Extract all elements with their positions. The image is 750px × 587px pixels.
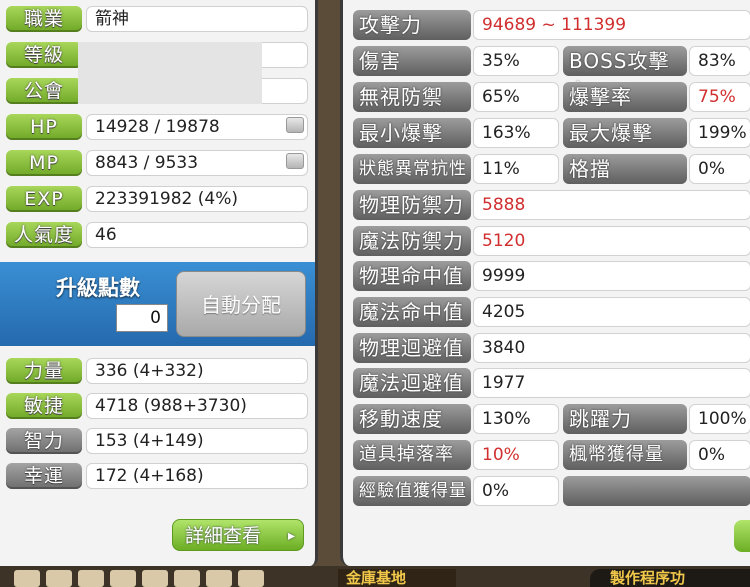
skill-icon[interactable] [46, 570, 72, 587]
status-resist-value: 11% [473, 154, 559, 184]
chevron-right-icon: ▸ [287, 528, 295, 544]
job-label: 職業 [6, 6, 82, 32]
level-label: 等級 [6, 42, 82, 68]
dex-row: 敏捷 4718 (988+3730) [6, 391, 310, 421]
phys-acc-value: 9999 [473, 261, 750, 291]
int-label: 智力 [6, 428, 82, 454]
auto-assign-button[interactable]: 自動分配 [176, 271, 306, 337]
exp-value: 223391982 (4%) [86, 186, 308, 212]
str-value: 336 (4+332) [86, 358, 308, 384]
exp-row: EXP 223391982 (4%) [6, 184, 310, 214]
ability-points-value: 0 [116, 304, 168, 332]
fame-value: 46 [86, 222, 308, 248]
mp-label: MP [6, 150, 82, 176]
boss-attack-value: 83% [689, 46, 750, 76]
boss-attack-label: BOSS攻擊力 [563, 46, 687, 103]
job-row: 職業 箭神 [6, 4, 310, 34]
int-value: 153 (4+149) [86, 428, 308, 454]
bottom-banner-left: 金庫基地 [338, 569, 456, 587]
hp-label: HP [6, 114, 82, 140]
str-row: 力量 336 (4+332) [6, 356, 310, 386]
exp-gain-value: 0% [473, 476, 559, 506]
mp-row: MP 8843 / 9533 [6, 148, 310, 178]
block-label: 格擋 [563, 154, 687, 184]
damage-label: 傷害 [353, 46, 471, 76]
dex-label: 敏捷 [6, 393, 82, 419]
crit-rate-label: 爆擊率 [563, 82, 687, 112]
bottom-banner-right[interactable]: 製作程序功 [590, 569, 750, 587]
mp-detail-icon[interactable] [286, 153, 304, 169]
magic-def-value: 5120 [473, 226, 750, 256]
ability-points-section: 升級點數 0 自動分配 [0, 262, 315, 346]
ability-points-title: 升級點數 [56, 276, 140, 300]
skill-icon[interactable] [238, 570, 264, 587]
status-resist-label: 狀態異常抗性 [353, 154, 471, 184]
max-crit-value: 199% [689, 118, 750, 148]
skill-icon[interactable] [206, 570, 232, 587]
detail-view-label: 詳細查看 [185, 525, 262, 547]
magic-acc-label: 魔法命中值 [353, 297, 471, 327]
empty-stat-slot [563, 476, 750, 506]
magic-acc-value: 4205 [473, 297, 750, 327]
jump-label: 跳躍力 [563, 404, 687, 434]
hp-detail-icon[interactable] [286, 117, 304, 133]
phys-evade-label: 物理迴避值 [353, 333, 471, 363]
max-crit-label: 最大爆擊 [563, 118, 687, 148]
skill-icon[interactable] [110, 570, 136, 587]
crit-rate-value: 75% [689, 82, 750, 112]
move-speed-value: 130% [473, 404, 559, 434]
phys-def-value: 5888 [473, 190, 750, 220]
next-page-button[interactable] [734, 520, 750, 552]
block-value: 0% [689, 154, 750, 184]
fame-row: 人氣度 46 [6, 220, 310, 250]
meso-gain-label: 楓幣獲得量 [563, 440, 687, 470]
int-row: 智力 153 (4+149) [6, 426, 310, 456]
skill-icon[interactable] [14, 570, 40, 587]
exp-label: EXP [6, 186, 82, 212]
min-crit-label: 最小爆擊 [353, 118, 471, 148]
detailed-stats-panel: 攻擊力 94689 ~ 111399 傷害 35% BOSS攻擊力 83% 無視… [340, 0, 750, 566]
dex-value: 4718 (988+3730) [86, 393, 308, 419]
attack-label: 攻擊力 [353, 10, 471, 40]
damage-value: 35% [473, 46, 559, 76]
magic-evade-label: 魔法迴避值 [353, 368, 471, 398]
character-info-panel: 職業 箭神 等級 20 公會 HP 14928 / 19878 MP 8843 … [0, 0, 318, 566]
jump-value: 100% [689, 404, 750, 434]
str-label: 力量 [6, 358, 82, 384]
detail-view-button[interactable]: 詳細查看 ▸ [172, 519, 304, 551]
phys-def-label: 物理防禦力 [353, 190, 471, 220]
phys-evade-value: 3840 [473, 333, 750, 363]
min-crit-value: 163% [473, 118, 559, 148]
ignore-def-value: 65% [473, 82, 559, 112]
luk-row: 幸運 172 (4+168) [6, 461, 310, 491]
bottom-icon-bar [14, 570, 264, 587]
drop-rate-value: 10% [473, 440, 559, 470]
luk-label: 幸運 [6, 463, 82, 489]
job-value: 箭神 [86, 6, 308, 32]
drop-rate-label: 道具掉落率 [353, 440, 471, 470]
fame-label: 人氣度 [6, 222, 82, 248]
skill-icon[interactable] [142, 570, 168, 587]
hp-value: 14928 / 19878 [86, 114, 308, 140]
redacted-area [78, 42, 262, 104]
hp-row: HP 14928 / 19878 [6, 112, 310, 142]
mp-value: 8843 / 9533 [86, 150, 308, 176]
luk-value: 172 (4+168) [86, 463, 308, 489]
meso-gain-value: 0% [689, 440, 750, 470]
background-strip [318, 0, 340, 587]
move-speed-label: 移動速度 [353, 404, 471, 434]
skill-icon[interactable] [78, 570, 104, 587]
magic-evade-value: 1977 [473, 368, 750, 398]
ignore-def-label: 無視防禦 [353, 82, 471, 112]
phys-acc-label: 物理命中值 [353, 261, 471, 291]
skill-icon[interactable] [174, 570, 200, 587]
exp-gain-label: 經驗值獲得量 [353, 476, 471, 506]
guild-label: 公會 [6, 78, 82, 104]
magic-def-label: 魔法防禦力 [353, 226, 471, 256]
attack-value: 94689 ~ 111399 [473, 10, 750, 40]
